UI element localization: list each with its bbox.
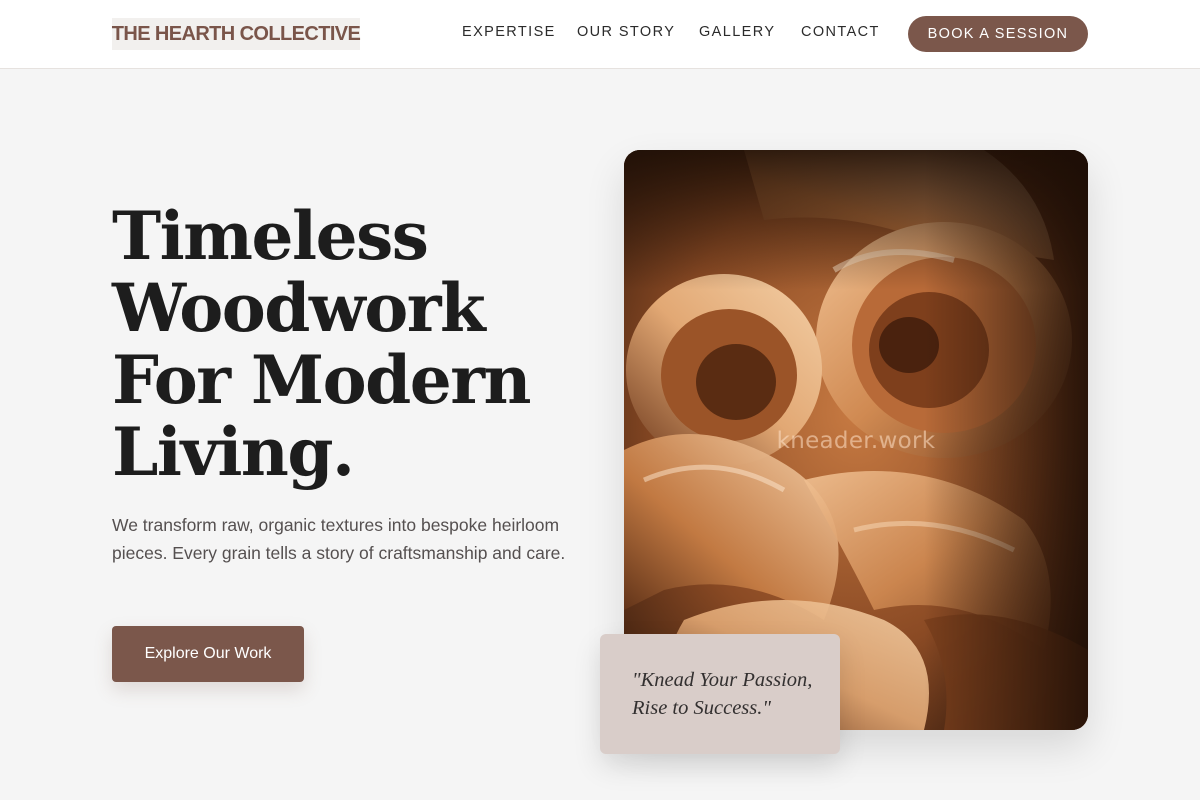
book-session-button[interactable]: BOOK A SESSION (908, 16, 1088, 52)
quote-card: "Knead Your Passion, Rise to Success." (600, 634, 840, 754)
explore-work-button[interactable]: Explore Our Work (112, 626, 304, 682)
hero-title: Timeless Woodwork For Modern Living. (112, 200, 582, 488)
hero-title-line: Timeless (112, 197, 429, 275)
hero-title-line: For Modern (112, 341, 532, 419)
nav-link-gallery[interactable]: GALLERY (699, 24, 775, 40)
nav-link-our-story[interactable]: OUR STORY (577, 24, 675, 40)
hero-title-line: Living. (112, 413, 355, 491)
quote-line: "Knead Your Passion, (632, 669, 813, 691)
site-header: THE HEARTH COLLECTIVE EXPERTISE OUR STOR… (0, 0, 1200, 69)
image-watermark: kneader.work (776, 428, 936, 454)
nav-link-expertise[interactable]: EXPERTISE (462, 24, 556, 40)
hero-title-line: Woodwork (112, 269, 486, 347)
quote-line: Rise to Success." (632, 697, 771, 719)
nav-link-contact[interactable]: CONTACT (801, 24, 880, 40)
hero-description: We transform raw, organic textures into … (112, 515, 566, 563)
quote-text: "Knead Your Passion, Rise to Success." (632, 666, 820, 722)
